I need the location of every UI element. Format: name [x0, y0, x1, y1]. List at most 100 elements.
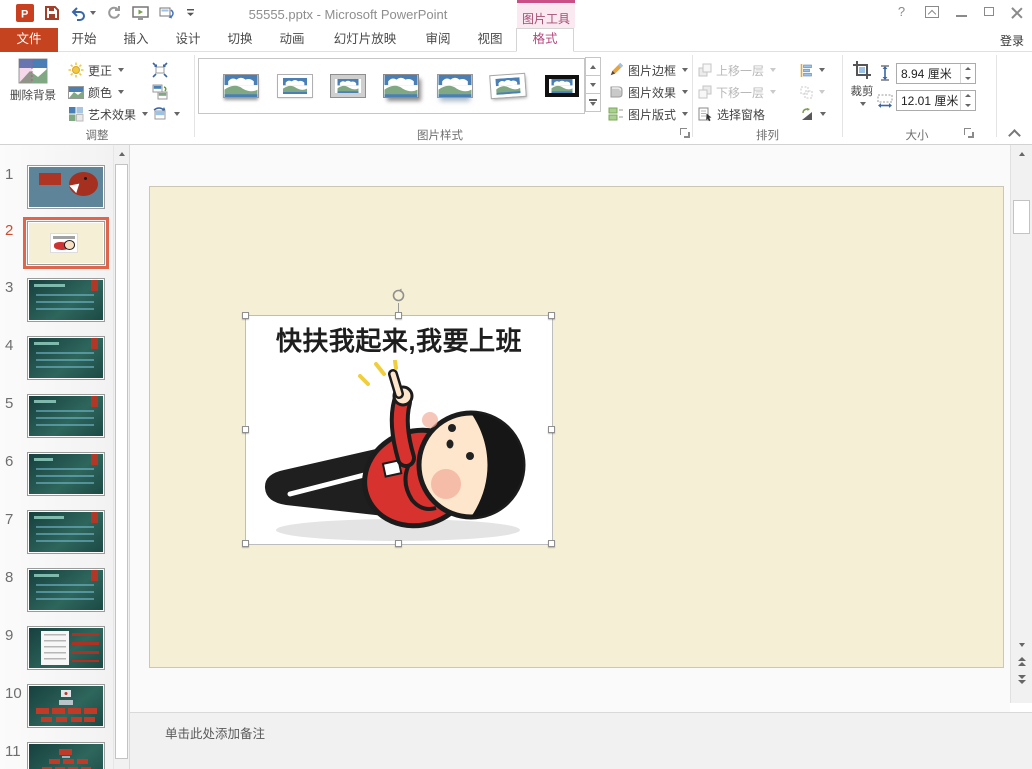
slide-thumbnail-7: 7: [0, 510, 113, 560]
notes-pane[interactable]: 单击此处添加备注: [130, 712, 1032, 769]
picture-style-1[interactable]: [219, 64, 263, 108]
picture-layout-button[interactable]: 图片版式: [608, 103, 688, 125]
thumbnail-slide-4[interactable]: [27, 336, 105, 380]
reset-picture-button[interactable]: [152, 103, 180, 125]
resize-handle-n[interactable]: [395, 312, 402, 319]
slide-canvas[interactable]: 快扶我起来,我要上班: [149, 186, 1004, 668]
tab-view[interactable]: 视图: [464, 28, 516, 52]
selected-picture[interactable]: 快扶我起来,我要上班: [246, 316, 552, 544]
powerpoint-app-icon[interactable]: P: [16, 4, 34, 22]
picture-style-6[interactable]: [485, 63, 532, 110]
rotation-handle[interactable]: [391, 288, 406, 303]
main-scrollbar-thumb[interactable]: [1013, 200, 1030, 234]
thumbnail-slide-10[interactable]: [27, 684, 105, 728]
thumbnail-scrollbar-thumb[interactable]: [115, 164, 128, 759]
rotate-button[interactable]: [800, 103, 826, 125]
thumbnail-slide-7[interactable]: [27, 510, 105, 554]
gallery-scroll-up-button[interactable]: [585, 57, 601, 76]
thumbnail-slide-11[interactable]: [27, 742, 105, 769]
resize-handle-nw[interactable]: [242, 312, 249, 319]
save-button[interactable]: [44, 5, 60, 21]
picture-style-4[interactable]: [379, 64, 423, 108]
scroll-down-button[interactable]: [1011, 636, 1032, 653]
remove-background-button[interactable]: 删除背景: [4, 54, 62, 124]
maximize-icon[interactable]: [984, 7, 994, 16]
slide-number: 11: [5, 743, 21, 760]
thumbnail-slide-9[interactable]: [27, 626, 105, 670]
thumbnail-slide-6[interactable]: [27, 452, 105, 496]
thumbnail-slide-1[interactable]: [27, 165, 105, 209]
undo-button[interactable]: [70, 6, 96, 21]
gallery-scroll-down-button[interactable]: [585, 75, 601, 94]
crop-button[interactable]: 裁剪: [844, 56, 880, 122]
thumbnail-slide-8[interactable]: [27, 568, 105, 612]
tab-slideshow[interactable]: 幻灯片放映: [318, 28, 412, 52]
resize-handle-sw[interactable]: [242, 540, 249, 547]
thumbnail-slide-2[interactable]: [27, 221, 105, 265]
resize-handle-w[interactable]: [242, 426, 249, 433]
align-button[interactable]: [800, 59, 825, 81]
tab-home[interactable]: 开始: [58, 28, 110, 52]
corrections-button[interactable]: 更正: [68, 59, 124, 81]
picture-style-5[interactable]: [433, 64, 477, 108]
sign-in-link[interactable]: 登录: [1000, 32, 1024, 49]
tab-format-active[interactable]: 格式: [516, 28, 574, 52]
picture-border-button[interactable]: 图片边框: [608, 59, 688, 81]
compress-pictures-button[interactable]: [152, 59, 168, 81]
tab-insert[interactable]: 插入: [110, 28, 162, 52]
picture-style-2[interactable]: [272, 64, 316, 108]
selection-pane-button[interactable]: 选择窗格: [698, 103, 765, 125]
group-objects-button[interactable]: [800, 81, 825, 103]
reuse-slide-button[interactable]: [159, 5, 176, 21]
thumbnail-slide-3[interactable]: [27, 278, 105, 322]
picture-styles-dialog-launcher[interactable]: [680, 128, 691, 139]
ribbon-display-options-icon[interactable]: [925, 6, 939, 18]
notes-placeholder[interactable]: 单击此处添加备注: [165, 723, 265, 742]
picture-style-7-selected[interactable]: [540, 64, 584, 108]
tab-animations[interactable]: 动画: [266, 28, 318, 52]
undo-dropdown-icon[interactable]: [90, 11, 96, 15]
resize-handle-e[interactable]: [548, 426, 555, 433]
scroll-up-button[interactable]: [1011, 145, 1032, 162]
resize-handle-s[interactable]: [395, 540, 402, 547]
shape-height-input[interactable]: [897, 64, 959, 83]
color-button[interactable]: 颜色: [68, 81, 124, 103]
width-spin-down[interactable]: [961, 101, 975, 111]
minimize-icon[interactable]: [956, 7, 967, 17]
bring-forward-button[interactable]: 上移一层: [698, 59, 776, 81]
crop-dropdown-icon[interactable]: [860, 102, 866, 106]
tab-design[interactable]: 设计: [162, 28, 214, 52]
resize-handle-se[interactable]: [548, 540, 555, 547]
artistic-effects-button[interactable]: 艺术效果: [68, 103, 148, 125]
shape-width-input[interactable]: [897, 91, 959, 110]
picture-style-3[interactable]: [326, 64, 370, 108]
tab-file[interactable]: 文件: [0, 28, 58, 52]
height-spin-down[interactable]: [961, 74, 975, 84]
tab-transitions[interactable]: 切换: [214, 28, 266, 52]
next-slide-button[interactable]: [1011, 675, 1032, 684]
tab-review[interactable]: 审阅: [412, 28, 464, 52]
collapse-ribbon-icon[interactable]: [1008, 129, 1021, 142]
shape-width-icon: [877, 94, 893, 111]
close-icon[interactable]: [1011, 6, 1022, 17]
gallery-scroll-buttons: [585, 58, 601, 112]
thumbnail-scroll-up-button[interactable]: [114, 145, 129, 162]
start-slideshow-button[interactable]: [132, 5, 149, 21]
change-picture-button[interactable]: [152, 81, 168, 103]
slide-thumbnail-1: 1: [0, 165, 113, 215]
thumbnail-slide-5[interactable]: [27, 394, 105, 438]
artistic-effects-icon: [68, 106, 84, 122]
reset-picture-icon: [152, 106, 168, 122]
change-picture-icon: [152, 84, 168, 100]
width-spin-up[interactable]: [961, 91, 975, 101]
previous-slide-button[interactable]: [1011, 657, 1032, 666]
repeat-button[interactable]: [106, 5, 122, 21]
help-icon[interactable]: ?: [895, 5, 908, 18]
gallery-more-button[interactable]: [585, 93, 601, 112]
height-spin-up[interactable]: [961, 64, 975, 74]
picture-effects-button[interactable]: 图片效果: [608, 81, 688, 103]
group-separator: [194, 55, 195, 137]
send-backward-button[interactable]: 下移一层: [698, 81, 776, 103]
resize-handle-ne[interactable]: [548, 312, 555, 319]
size-dialog-launcher[interactable]: [964, 128, 975, 139]
